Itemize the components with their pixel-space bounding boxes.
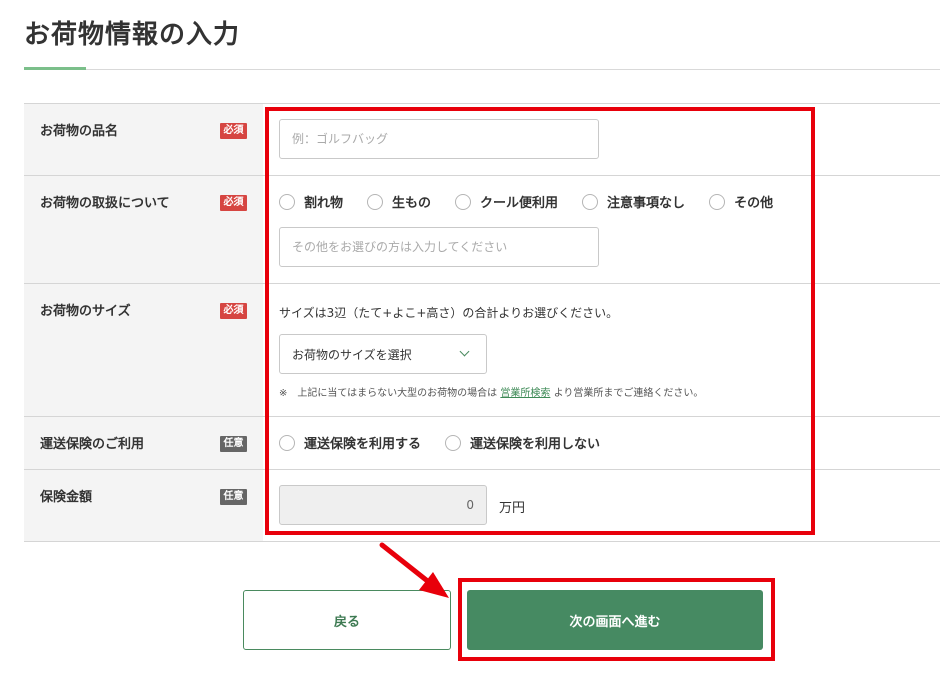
optional-badge: 任意 bbox=[220, 436, 247, 452]
title-accent-bar bbox=[24, 67, 86, 70]
handling-label: お荷物の取扱について bbox=[40, 196, 170, 211]
amount-label-cell: 保険金額 任意 bbox=[24, 470, 263, 541]
amount-label: 保険金額 bbox=[40, 490, 93, 505]
insurance-label-cell: 運送保険のご利用 任意 bbox=[24, 417, 263, 469]
title-divider bbox=[24, 69, 940, 70]
required-badge: 必須 bbox=[220, 195, 247, 211]
required-badge: 必須 bbox=[220, 123, 247, 139]
insurance-label: 運送保険のご利用 bbox=[40, 437, 145, 452]
annotation-arrow-icon bbox=[379, 542, 449, 598]
size-label: お荷物のサイズ bbox=[40, 304, 131, 319]
optional-badge: 任意 bbox=[220, 489, 247, 505]
required-badge: 必須 bbox=[220, 303, 247, 319]
item-name-label: お荷物の品名 bbox=[40, 124, 119, 139]
highlight-box-form bbox=[265, 107, 815, 535]
item-name-label-cell: お荷物の品名 必須 bbox=[24, 104, 263, 175]
highlight-box-next-button bbox=[458, 578, 775, 661]
size-label-cell: お荷物のサイズ 必須 bbox=[24, 284, 263, 416]
handling-label-cell: お荷物の取扱について 必須 bbox=[24, 176, 263, 283]
page-title: お荷物情報の入力 bbox=[24, 20, 241, 50]
